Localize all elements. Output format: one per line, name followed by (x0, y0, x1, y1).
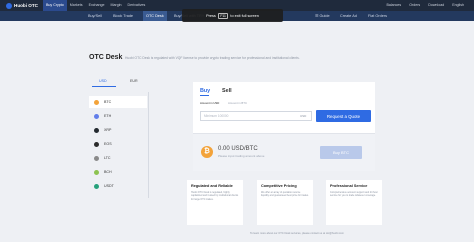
guide-link[interactable]: ☰ Guide (315, 11, 330, 21)
usdt-icon (94, 183, 99, 189)
coin-symbol: XRP (104, 128, 112, 132)
eos-icon (94, 141, 99, 147)
bitcoin-icon: ₿ (201, 146, 213, 158)
request-quote-button[interactable]: Request a Quote (316, 110, 371, 122)
nav-download[interactable]: Download (424, 0, 448, 11)
coin-item-eos[interactable]: EOS (89, 138, 147, 150)
coin-list: BTC ETH XRP EOS LTC BCH USDT (89, 92, 149, 198)
card-title: Regulated and Reliable (191, 184, 233, 188)
coin-symbol: EOS (104, 142, 112, 146)
nav-language[interactable]: English (448, 0, 468, 11)
coin-symbol: USDT (104, 184, 114, 188)
coin-symbol: ETH (104, 114, 112, 118)
amount-crypto-label[interactable]: Amount in BTC (228, 101, 247, 105)
nav-markets[interactable]: Markets (67, 0, 86, 11)
currency-tab-usd[interactable]: USD (99, 79, 107, 83)
fs-tip-before: Press (206, 13, 216, 18)
nav-margin[interactable]: Margin (108, 0, 125, 11)
buy-btc-button[interactable]: Buy BTC (320, 146, 362, 159)
contact-note: To learn more about our OTC Desk service… (250, 232, 344, 235)
fiat-orders-link[interactable]: Fiat Orders (368, 11, 387, 21)
coin-item-ltc[interactable]: LTC (89, 152, 147, 164)
huobi-otc-logo[interactable]: Huobi OTC (6, 2, 38, 9)
coin-item-btc[interactable]: BTC (89, 96, 147, 108)
fs-tip-key: F11 (217, 12, 229, 19)
feature-card-regulated: Regulated and Reliable Huobi OTC Desk is… (187, 180, 243, 225)
coin-item-xrp[interactable]: XRP (89, 124, 147, 136)
tab-otc-desk[interactable]: OTC Desk (143, 11, 167, 21)
fullscreen-exit-tip: Press F11 to exit full screen (182, 9, 283, 22)
tab-buy-sell[interactable]: Buy/Sell (88, 11, 102, 21)
nav-balances[interactable]: Balances (382, 0, 405, 11)
mode-tab-buy[interactable]: Buy (200, 88, 210, 94)
logo-text: Huobi OTC (14, 3, 38, 8)
page-description: Huobi OTC Desk is regulated with VQF lic… (125, 56, 300, 60)
card-title: Competitive Pricing (261, 184, 297, 188)
feature-card-pricing: Competitive Pricing We offer an array of… (257, 180, 313, 225)
quote-hint: Please input trading amount above (218, 154, 265, 158)
nav-exchange[interactable]: Exchange (86, 0, 108, 11)
quote-price: 0.00 USD/BTC (218, 146, 258, 152)
feature-card-service: Professional Service Comprehensive accou… (326, 180, 382, 225)
btc-icon (94, 99, 99, 105)
account-menu: Balances Orders Download English (382, 0, 468, 11)
page-title: OTC Desk (89, 54, 123, 61)
nav-orders[interactable]: Orders (405, 0, 424, 11)
eth-icon (94, 113, 99, 119)
amount-input[interactable] (200, 111, 312, 121)
ltc-icon (94, 155, 99, 161)
tab-block-trade[interactable]: Block Trade (113, 11, 133, 21)
guide-label: Guide (319, 14, 330, 18)
card-title: Professional Service (330, 184, 368, 188)
mode-tab-sell[interactable]: Sell (222, 88, 232, 94)
mode-tab-indicator (200, 95, 209, 96)
huobi-flame-icon (6, 2, 12, 9)
card-text: Huobi OTC Desk is regulated, highly capi… (191, 191, 239, 201)
coin-item-usdt[interactable]: USDT (89, 180, 147, 192)
quote-result-panel: ₿ 0.00 USD/BTC Please input trading amou… (193, 133, 375, 171)
card-text: We offer an array of quotation source li… (261, 191, 309, 198)
coin-symbol: BCH (104, 170, 112, 174)
amount-unit: USD (300, 114, 307, 118)
create-ad-link[interactable]: Create Ad (340, 11, 357, 21)
coin-item-eth[interactable]: ETH (89, 110, 147, 122)
xrp-icon (94, 127, 99, 133)
card-text: Comprehensive account support and 24 hou… (330, 191, 378, 198)
nav-buy-crypto[interactable]: Buy Crypto (43, 0, 67, 11)
coin-item-bch[interactable]: BCH (89, 166, 147, 178)
currency-tab-eur[interactable]: EUR (130, 79, 138, 83)
amount-fiat-label[interactable]: Amount in USD (200, 101, 219, 105)
coin-list-divider (148, 92, 149, 198)
currency-tab-indicator (92, 86, 116, 87)
fs-tip-after: to exit full screen (230, 13, 259, 18)
bch-icon (94, 169, 99, 175)
coin-symbol: LTC (104, 156, 111, 160)
coin-symbol: BTC (104, 100, 112, 104)
nav-derivatives[interactable]: Derivatives (125, 0, 149, 11)
